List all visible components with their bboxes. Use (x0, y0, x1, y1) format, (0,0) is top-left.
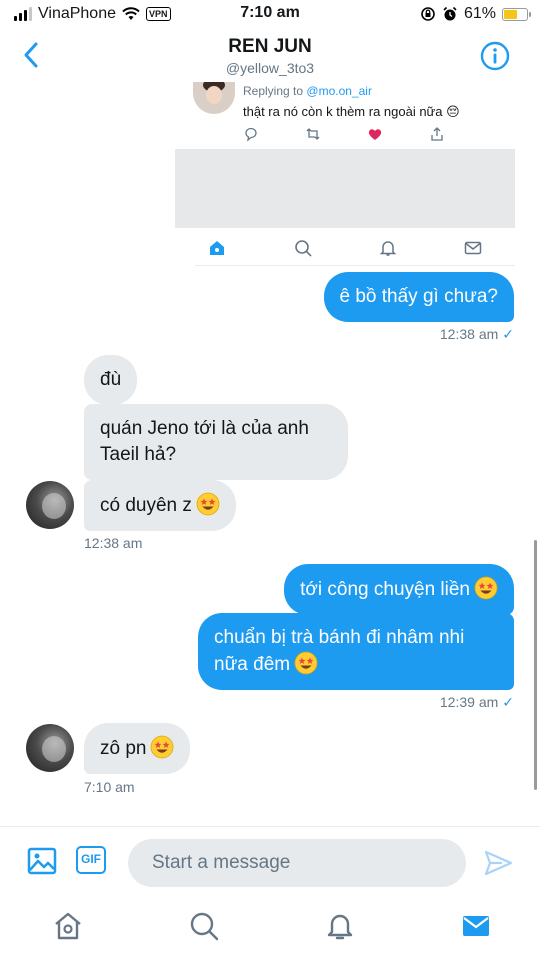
status-right: 61% (420, 5, 531, 23)
send-icon[interactable] (482, 847, 514, 879)
message-timestamp: 7:10 am (84, 779, 135, 795)
message-input[interactable] (128, 839, 466, 887)
retweet-icon[interactable] (305, 126, 321, 142)
battery-percent: 61% (463, 5, 496, 22)
rotation-lock-icon (421, 7, 435, 21)
tweet-author-avatar (193, 82, 235, 114)
info-icon[interactable] (480, 41, 510, 71)
search-icon[interactable] (293, 238, 313, 258)
bell-icon[interactable] (324, 910, 356, 942)
bell-icon[interactable] (378, 238, 398, 258)
star-struck-emoji-icon (474, 576, 498, 600)
timestamp-text: 12:38 am (84, 535, 143, 551)
home-icon[interactable] (52, 910, 84, 942)
delivered-check-icon: ✓ (502, 326, 514, 342)
conversation-header: REN JUN @yellow_3to3 (0, 30, 540, 82)
status-bar: VinaPhone VPN 7:10 am 61% (0, 0, 540, 30)
message-timestamp: 12:38 am ✓ (440, 326, 514, 343)
message-composer: GIF (0, 826, 540, 898)
message-text: ê bồ thấy gì chưa? (339, 286, 499, 307)
message-bubble-sent[interactable]: tới công chuyện liền (284, 564, 514, 615)
conversation-title[interactable]: REN JUN (0, 36, 540, 58)
replying-to: Replying to @mo.on_air (243, 84, 372, 98)
timestamp-text: 7:10 am (84, 779, 135, 795)
message-text: đù (100, 369, 122, 390)
battery-fill (504, 9, 518, 19)
star-struck-emoji-icon (151, 735, 174, 759)
gif-button[interactable]: GIF (76, 846, 106, 874)
sender-avatar[interactable] (26, 481, 74, 529)
share-icon[interactable] (429, 126, 445, 142)
message-text: zô pn (100, 738, 147, 759)
message-timestamp: 12:39 am ✓ (440, 694, 514, 711)
message-text: có duyên z (100, 495, 192, 516)
alarm-icon (443, 6, 457, 21)
scrollbar[interactable] (534, 540, 537, 790)
conversation-handle: @yellow_3to3 (225, 60, 315, 76)
delivered-check-icon: ✓ (502, 694, 514, 710)
bottom-tab-bar (0, 898, 540, 960)
message-bubble-received[interactable]: zô pn (84, 723, 191, 774)
message-timestamp: 12:38 am (84, 535, 142, 551)
shared-tweet-preview[interactable]: Replying to @mo.on_air thật ra nó còn k … (175, 82, 515, 267)
mail-icon[interactable] (463, 238, 483, 258)
message-bubble-received[interactable]: có duyên z (84, 480, 236, 531)
battery-icon (502, 7, 531, 21)
message-bubble-received[interactable]: quán Jeno tới là của anh Taeil hả? (84, 404, 348, 480)
tweet-actions (243, 126, 443, 142)
home-icon[interactable] (207, 238, 227, 258)
replying-handle[interactable]: @mo.on_air (306, 84, 372, 98)
tweet-text: thật ra nó còn k thèm ra ngoài nữa 😔 (243, 104, 460, 119)
message-text: tới công chuyện liền (300, 579, 470, 600)
sender-avatar[interactable] (26, 724, 74, 772)
star-struck-emoji-icon (294, 651, 318, 675)
mail-icon[interactable] (460, 910, 492, 942)
tweet-preview-tabbar (195, 230, 515, 266)
message-bubble-sent[interactable]: chuẩn bị trà bánh đi nhâm nhi nữa đêm (198, 613, 514, 690)
image-icon[interactable] (26, 845, 58, 877)
like-heart-icon[interactable] (367, 126, 383, 142)
search-icon[interactable] (188, 910, 220, 942)
tweet-media-placeholder[interactable] (175, 149, 515, 228)
star-struck-emoji-icon (196, 492, 220, 516)
timestamp-text: 12:39 am (439, 694, 499, 710)
timestamp-text: 12:38 am (439, 326, 499, 342)
message-bubble-received[interactable]: đù (84, 355, 138, 405)
message-bubble-sent[interactable]: ê bồ thấy gì chưa? (323, 272, 514, 322)
reply-icon[interactable] (243, 126, 259, 142)
message-text: quán Jeno tới là của anh Taeil hả? (100, 418, 309, 465)
message-text: chuẩn bị trà bánh đi nhâm nhi nữa đêm (214, 627, 465, 675)
replying-prefix: Replying to (243, 84, 304, 98)
